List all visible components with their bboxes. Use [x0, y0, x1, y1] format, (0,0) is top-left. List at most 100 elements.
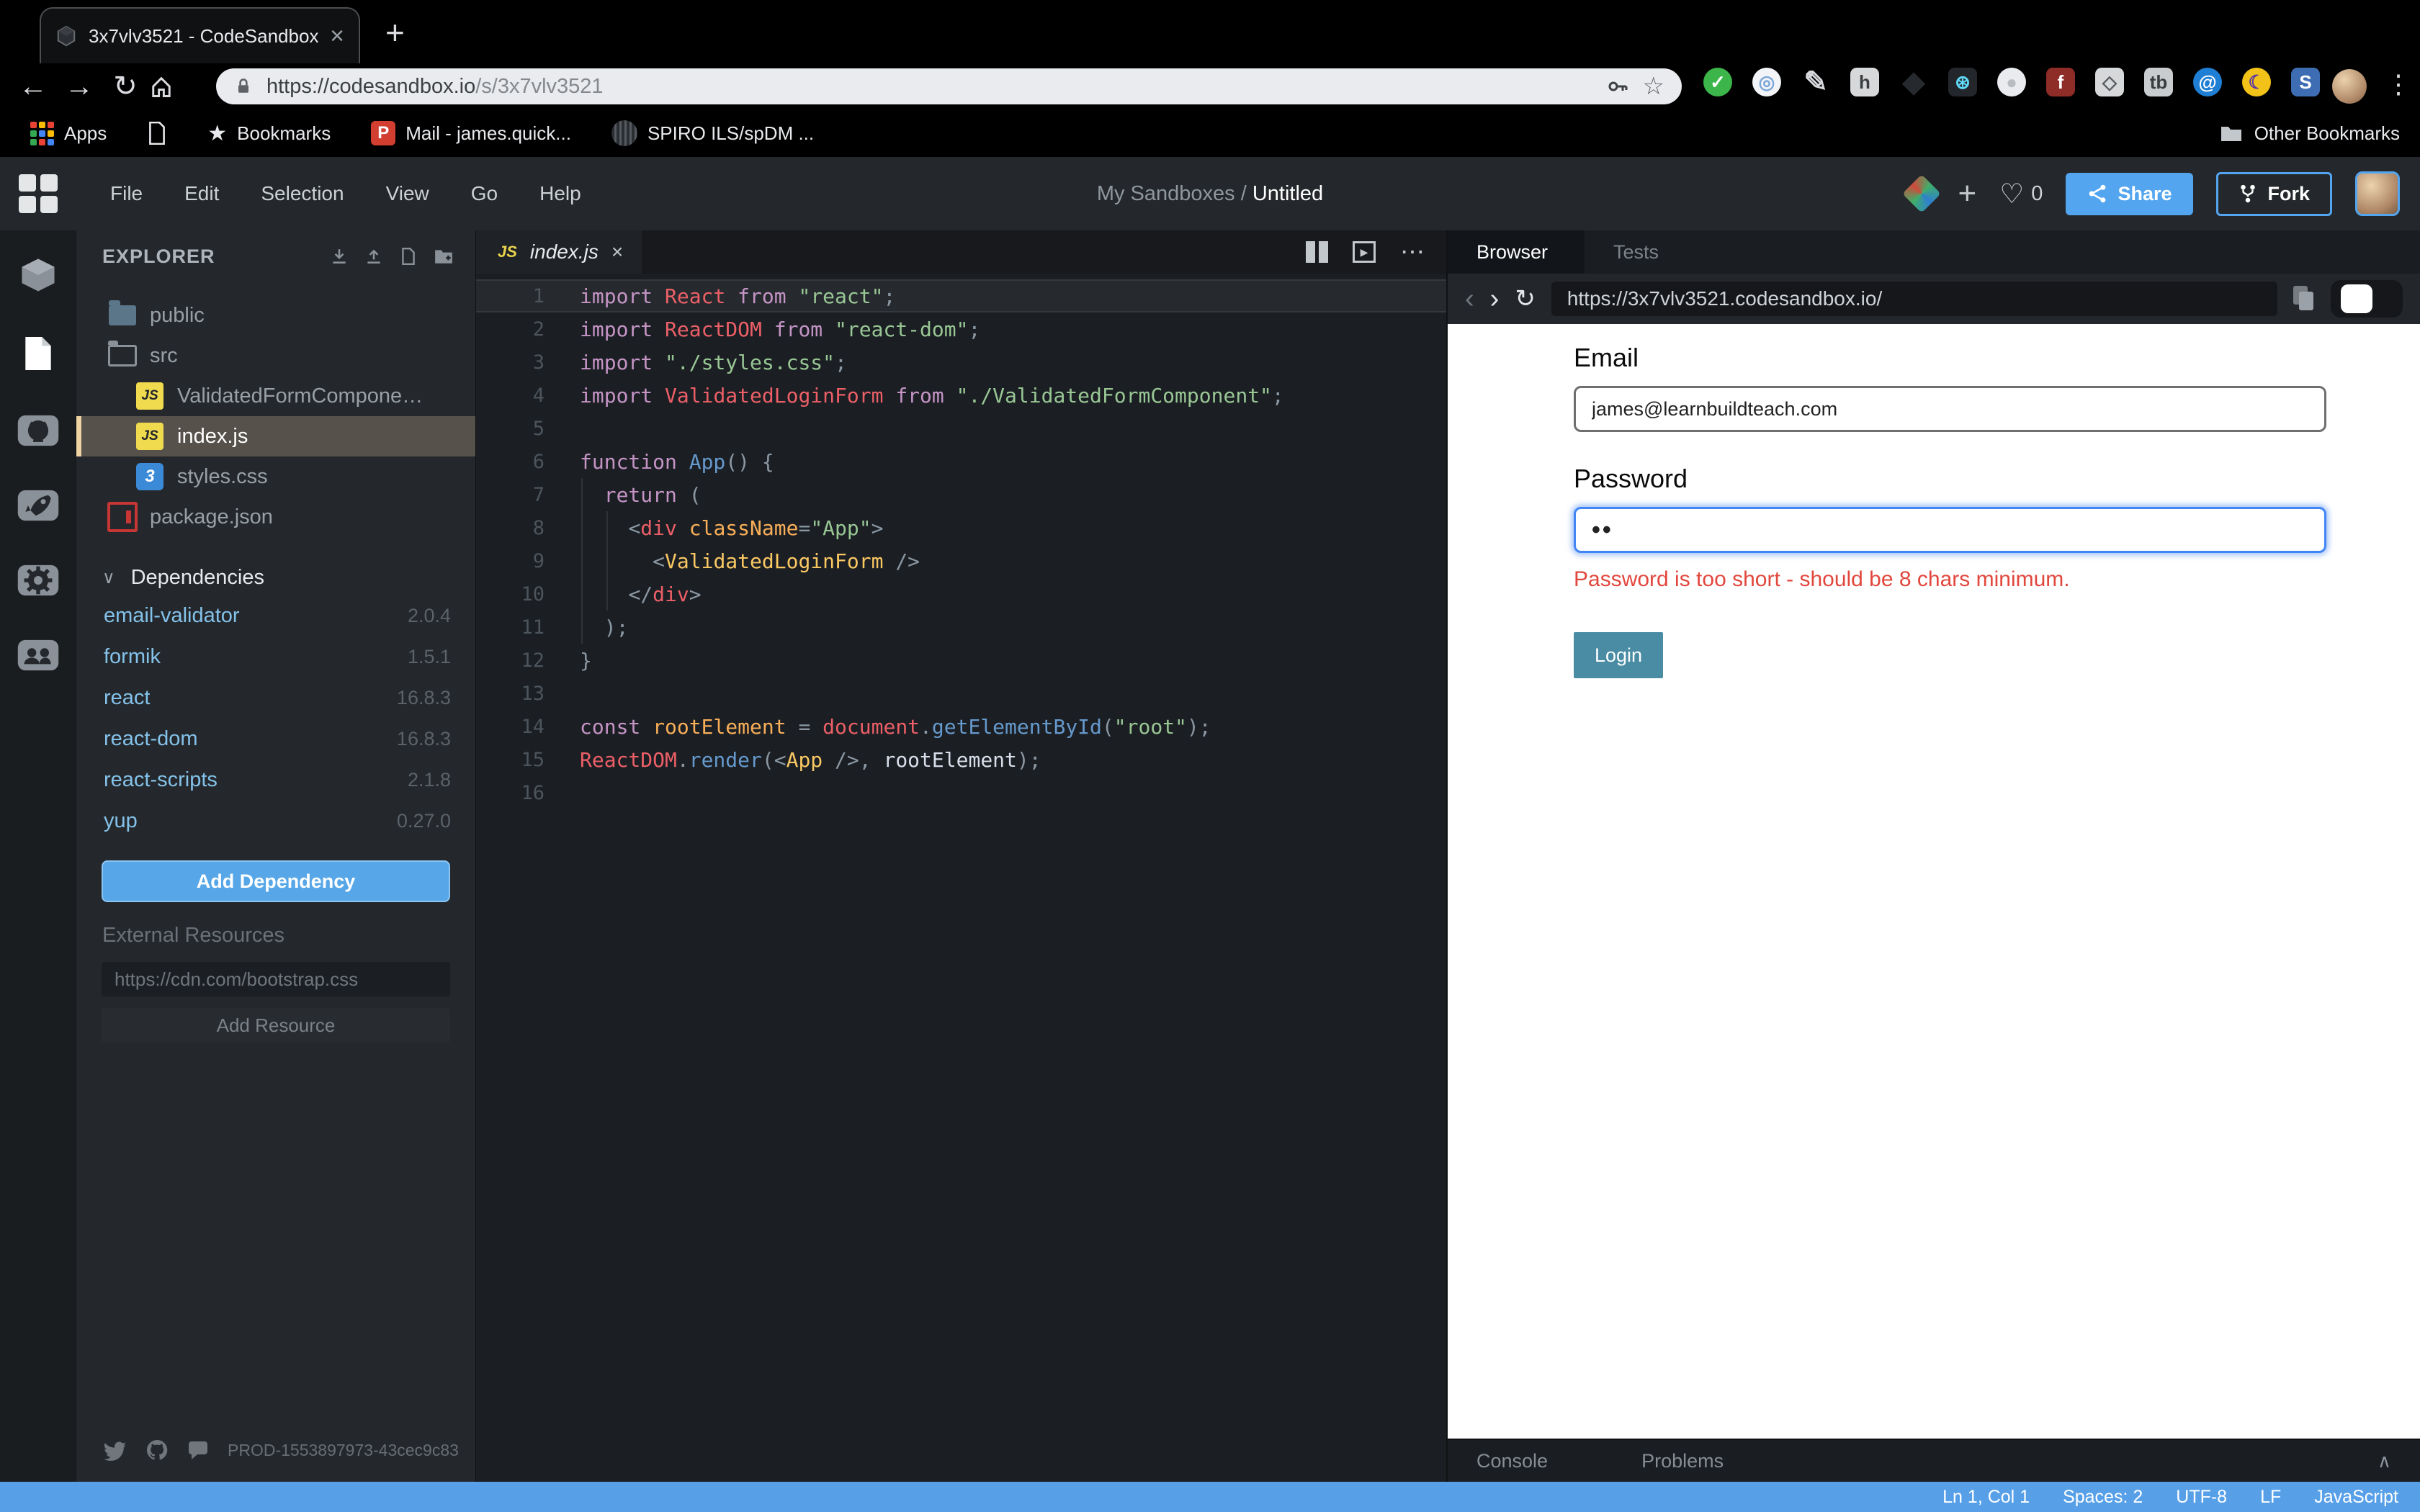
user-avatar[interactable] [2355, 171, 2400, 216]
like-button[interactable]: ♡ 0 [1999, 178, 2043, 210]
login-button[interactable]: Login [1574, 632, 1663, 678]
honey-extension-icon[interactable]: h [1850, 68, 1879, 96]
menu-file[interactable]: File [110, 182, 143, 205]
code-editor[interactable]: JS index.js × ▶ ⋯ 1 import React from "re… [475, 230, 1446, 1482]
new-file-icon[interactable] [399, 247, 418, 266]
editor-more-icon[interactable]: ⋯ [1400, 238, 1426, 266]
upload-sandbox-icon[interactable] [364, 247, 383, 266]
dependency-email-validator[interactable]: email-validator 2.0.4 [76, 595, 475, 636]
console-expand-icon[interactable]: ∧ [2378, 1450, 2391, 1472]
preview-back-icon[interactable]: ‹ [1465, 284, 1474, 315]
fork-button[interactable]: Fork [2216, 171, 2332, 216]
file-validatedformcompone-[interactable]: ValidatedFormCompone… [76, 376, 475, 416]
pen-extension-icon[interactable]: ✎ [1801, 66, 1830, 98]
preview-url-bar[interactable]: https://3x7vlv3521.codesandbox.io/ [1551, 282, 2277, 316]
dependencies-section-header[interactable]: ∨ Dependencies [102, 566, 475, 590]
tab-console[interactable]: Console [1476, 1450, 1548, 1472]
editor-tab-close-icon[interactable]: × [611, 240, 623, 264]
tag-extension-icon[interactable]: ◇ [2095, 68, 2124, 96]
preview-tab-browser[interactable]: Browser [1448, 230, 1585, 274]
codesandbox-logo-icon[interactable] [0, 174, 76, 213]
deployment-rocket-icon[interactable] [17, 488, 60, 523]
ring-extension-icon[interactable]: ◎ [1752, 68, 1781, 96]
diamond-extension-icon[interactable]: ◆ [1899, 66, 1928, 98]
sandbox-info-icon[interactable] [18, 256, 58, 294]
settings-gear-icon[interactable] [17, 563, 60, 598]
dependency-react-dom[interactable]: react-dom 16.8.3 [76, 719, 475, 760]
responsive-toggle[interactable] [2331, 280, 2403, 318]
split-view-icon[interactable] [1306, 241, 1328, 263]
browser-tab[interactable]: 3x7vlv3521 - CodeSandbox × [40, 7, 360, 63]
download-sandbox-icon[interactable] [330, 247, 349, 266]
thumb-extension-icon[interactable]: ✓ [1703, 68, 1732, 96]
editor-tab-indexjs[interactable]: JS index.js × [476, 230, 642, 274]
open-preview-icon[interactable]: ▶ [1353, 241, 1376, 263]
s-extension-icon[interactable]: S [2291, 68, 2320, 96]
bookmark-bookmarks[interactable]: ★ Bookmarks [207, 121, 331, 146]
breadcrumb-parent[interactable]: My Sandboxes [1097, 182, 1235, 205]
bookmark-spiro[interactable]: SPIRO ILS/spDM ... [611, 120, 814, 146]
dependency-name[interactable]: react [104, 686, 150, 710]
password-field[interactable] [1574, 507, 2326, 553]
dependency-name[interactable]: formik [104, 645, 161, 669]
menu-help[interactable]: Help [539, 182, 581, 205]
dependency-yup[interactable]: yup 0.27.0 [76, 801, 475, 842]
file-src[interactable]: src [76, 336, 475, 376]
tab-close-icon[interactable]: × [330, 24, 344, 48]
home-button[interactable] [148, 73, 194, 99]
add-resource-button[interactable]: Add Resource [102, 1008, 450, 1043]
flash-extension-icon[interactable]: f [2046, 68, 2075, 96]
dependency-name[interactable]: react-scripts [104, 768, 218, 792]
bookmark-star-icon[interactable]: ☆ [1643, 72, 1664, 101]
back-button[interactable]: ← [10, 71, 56, 103]
bookmark-page[interactable] [147, 122, 167, 145]
other-bookmarks-button[interactable]: Other Bookmarks [2220, 122, 2400, 145]
add-dependency-button[interactable]: Add Dependency [102, 860, 450, 902]
browser-menu-icon[interactable]: ⋮ [2385, 69, 2411, 99]
reload-button[interactable]: ↻ [102, 70, 148, 103]
preview-reload-icon[interactable]: ↻ [1515, 284, 1536, 313]
live-collaboration-icon[interactable] [17, 638, 60, 672]
address-bar[interactable]: https://codesandbox.io/s/3x7vlv3521 ☆ [216, 68, 1682, 104]
dependency-name[interactable]: react-dom [104, 727, 198, 751]
dependency-name[interactable]: email-validator [104, 604, 240, 628]
preview-tab-tests[interactable]: Tests [1585, 230, 1688, 274]
github-footer-icon[interactable] [145, 1439, 169, 1462]
bookmark-apps[interactable]: Apps [0, 121, 107, 145]
menu-selection[interactable]: Selection [261, 182, 344, 205]
share-button[interactable]: Share [2066, 172, 2194, 215]
moon-extension-icon[interactable]: ☾ [2242, 68, 2271, 96]
new-folder-icon[interactable] [434, 247, 454, 266]
external-resource-input[interactable] [102, 962, 450, 996]
bookmark-mail[interactable]: P Mail - james.quick... [371, 121, 571, 145]
menu-go[interactable]: Go [471, 182, 498, 205]
forward-button[interactable]: → [56, 71, 102, 103]
files-icon[interactable] [22, 334, 55, 373]
saved-password-key-icon[interactable] [1607, 75, 1630, 98]
react-extension-icon[interactable]: ⊛ [1948, 68, 1977, 96]
tab-problems[interactable]: Problems [1641, 1450, 1724, 1472]
file-styles-css[interactable]: styles.css [76, 456, 475, 497]
dependency-react[interactable]: react 16.8.3 [76, 678, 475, 719]
tb-extension-icon[interactable]: tb [2144, 68, 2173, 96]
new-sandbox-button[interactable]: + [1958, 176, 1977, 212]
dependency-name[interactable]: yup [104, 809, 138, 833]
menu-edit[interactable]: Edit [184, 182, 219, 205]
new-tab-button[interactable]: + [385, 13, 405, 52]
dependency-formik[interactable]: formik 1.5.1 [76, 636, 475, 678]
email-field[interactable] [1574, 386, 2326, 432]
menu-view[interactable]: View [386, 182, 429, 205]
file-index-js[interactable]: index.js [76, 416, 475, 456]
feedback-icon[interactable] [187, 1439, 209, 1461]
dependency-react-scripts[interactable]: react-scripts 2.1.8 [76, 760, 475, 801]
circle-extension-icon[interactable]: ● [1997, 68, 2026, 96]
github-icon[interactable] [17, 413, 60, 448]
preview-forward-icon[interactable]: › [1490, 284, 1500, 315]
open-in-new-window-icon[interactable] [2293, 286, 2315, 312]
file-package-json[interactable]: package.json [76, 497, 475, 537]
at-extension-icon[interactable]: @ [2193, 68, 2222, 96]
code-area[interactable]: 1 import React from "react"; 2 import React… [476, 274, 1446, 1482]
file-public[interactable]: public [76, 295, 475, 336]
twitter-icon[interactable] [102, 1439, 127, 1461]
breadcrumb-current[interactable]: Untitled [1252, 182, 1323, 205]
